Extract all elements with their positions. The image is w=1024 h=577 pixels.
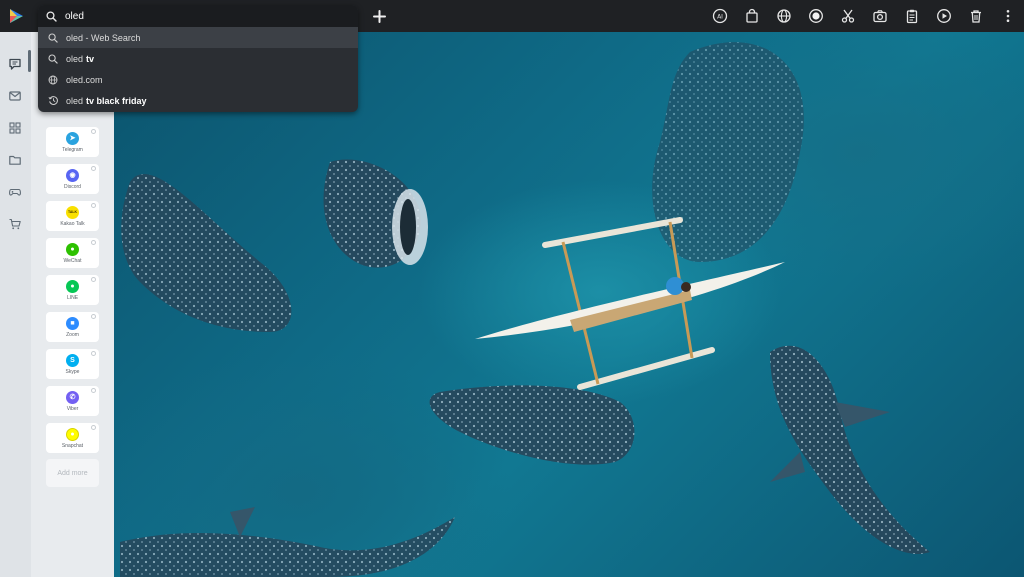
viber-icon: ✆ — [66, 390, 79, 404]
messenger-panel: ➤ Telegram ◉ Discord TALK Kakao Talk ● WeChat ● L… — [31, 32, 114, 577]
messenger-app-discord[interactable]: ◉ Discord — [46, 164, 99, 194]
history-icon — [48, 96, 58, 105]
scissors-icon — [841, 9, 855, 23]
folder-icon — [9, 155, 21, 165]
wallpaper-image — [0, 32, 1024, 577]
pin-icon[interactable] — [91, 166, 96, 171]
messenger-app-snapchat[interactable]: ● Snapchat — [46, 423, 99, 453]
more-menu-button[interactable] — [992, 0, 1024, 32]
messenger-app-label: Discord — [64, 183, 81, 190]
browser-logo[interactable] — [0, 0, 32, 32]
wechat-icon: ● — [66, 242, 79, 256]
messenger-app-label: Telegram — [62, 146, 83, 153]
record-button[interactable] — [800, 0, 832, 32]
sidebar-item-files[interactable] — [6, 151, 24, 169]
camera-icon — [873, 10, 887, 23]
clear-data-button[interactable] — [960, 0, 992, 32]
pin-icon[interactable] — [91, 388, 96, 393]
suggestion-bold-text: tv black friday — [86, 95, 147, 106]
mail-icon — [9, 91, 21, 101]
messenger-icon — [9, 58, 21, 70]
messenger-app-skype[interactable]: S Skype — [46, 349, 99, 379]
globe-icon — [777, 9, 791, 23]
address-bar-dropdown: oled oled - Web Search oled tv oled.com … — [38, 5, 358, 112]
suggestion-text: oled - Web Search — [66, 32, 141, 43]
search-icon — [46, 10, 57, 22]
skype-icon: S — [66, 353, 79, 367]
snapchat-icon: ● — [66, 427, 79, 441]
play-icon — [937, 9, 951, 23]
add-more-button[interactable]: Add more — [46, 459, 99, 487]
messenger-app-telegram[interactable]: ➤ Telegram — [46, 127, 99, 157]
suggestion-history-black-friday[interactable]: oled tv black friday — [38, 90, 358, 111]
plus-icon — [372, 9, 386, 23]
pin-icon[interactable] — [91, 351, 96, 356]
ai-icon: AI — [712, 8, 728, 24]
shopping-button[interactable] — [736, 0, 768, 32]
line-icon: ● — [66, 279, 79, 293]
suggestion-bold-text: tv — [86, 53, 95, 64]
clipboard-icon — [906, 9, 918, 24]
media-play-button[interactable] — [928, 0, 960, 32]
messenger-app-viber[interactable]: ✆ Viber — [46, 386, 99, 416]
messenger-app-zoom[interactable]: ■ Zoom — [46, 312, 99, 342]
pin-icon[interactable] — [91, 425, 96, 430]
pin-icon[interactable] — [91, 277, 96, 282]
messenger-app-label: Viber — [66, 405, 79, 412]
trash-icon — [971, 10, 981, 23]
suggestion-oled-tv[interactable]: oled tv — [38, 48, 358, 69]
suggestion-text: oled — [66, 53, 84, 64]
pin-icon[interactable] — [91, 240, 96, 245]
globe-icon — [48, 75, 58, 84]
sidebar-item-messenger[interactable] — [6, 55, 24, 73]
messenger-app-wechat[interactable]: ● WeChat — [46, 238, 99, 268]
messenger-app-label: WeChat — [63, 257, 82, 264]
address-bar[interactable]: oled — [38, 5, 358, 27]
discord-icon: ◉ — [66, 168, 79, 182]
gamepad-icon — [9, 188, 21, 196]
messenger-app-line[interactable]: ● LINE — [46, 275, 99, 305]
sidebar-item-mail[interactable] — [6, 87, 24, 105]
sidebar-item-apps[interactable] — [6, 119, 24, 137]
new-tab-button[interactable] — [368, 5, 390, 27]
shopping-bag-icon — [746, 8, 758, 23]
ai-button[interactable]: AI — [704, 0, 736, 32]
cart-icon — [9, 218, 21, 230]
telegram-icon: ➤ — [66, 131, 79, 145]
messenger-app-label: Zoom — [66, 331, 79, 338]
suggestion-web-search[interactable]: oled - Web Search — [38, 27, 358, 48]
sidebar-rail — [0, 32, 31, 577]
translate-button[interactable] — [768, 0, 800, 32]
toolbar: AI — [704, 0, 1024, 32]
browser-logo-icon — [10, 9, 23, 23]
wallpaper-illustration — [120, 42, 930, 577]
kakao-talk-icon: TALK — [66, 205, 79, 219]
sidebar-item-shopping[interactable] — [6, 215, 24, 233]
messenger-app-label: LINE — [66, 294, 79, 301]
pin-icon[interactable] — [91, 314, 96, 319]
messenger-app-label: Skype — [65, 368, 80, 375]
address-bar-query: oled — [65, 10, 84, 22]
pin-icon[interactable] — [91, 129, 96, 134]
suggestion-oled-com[interactable]: oled.com — [38, 69, 358, 90]
messenger-app-label: Snapchat — [61, 442, 84, 449]
svg-text:AI: AI — [717, 14, 723, 21]
suggestion-text: oled.com — [66, 74, 103, 85]
capture-button[interactable] — [832, 0, 864, 32]
screenshot-button[interactable] — [864, 0, 896, 32]
more-icon — [1006, 10, 1010, 22]
record-icon — [809, 9, 823, 23]
apps-icon — [9, 122, 21, 134]
search-icon — [48, 53, 58, 64]
zoom-icon: ■ — [66, 316, 79, 330]
search-icon — [48, 32, 58, 43]
sidebar-item-games[interactable] — [6, 183, 24, 201]
messenger-app-label: Kakao Talk — [60, 220, 85, 227]
clipboard-button[interactable] — [896, 0, 928, 32]
messenger-app-kakao-talk[interactable]: TALK Kakao Talk — [46, 201, 99, 231]
suggestion-text: oled — [66, 95, 84, 106]
pin-icon[interactable] — [91, 203, 96, 208]
